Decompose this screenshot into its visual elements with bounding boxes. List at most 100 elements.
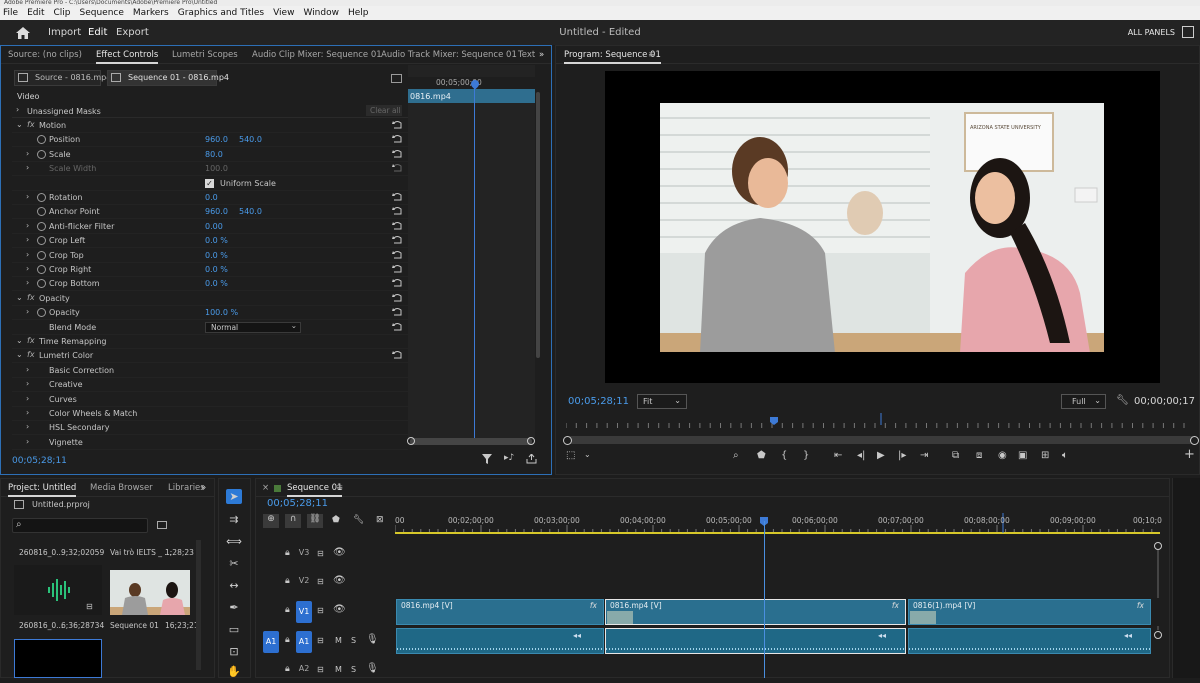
reset-icon[interactable] [392, 250, 403, 260]
reset-icon[interactable] [392, 264, 403, 274]
stopwatch-icon[interactable] [37, 135, 46, 145]
marker-icon[interactable]: ⬟ [757, 450, 766, 461]
expand-arrow-icon[interactable]: › [26, 221, 29, 230]
expand-arrow-icon[interactable]: › [26, 437, 29, 446]
go-to-out-icon[interactable]: ⇥ [920, 450, 928, 461]
snap-icon[interactable]: ∩ [285, 514, 301, 528]
effect-row-position[interactable]: Position 960.0 540.0 [12, 133, 408, 148]
menu-window[interactable]: Window [303, 8, 339, 18]
effect-row-blend-mode[interactable]: Blend Mode Normal ⌄ [12, 321, 408, 335]
slip-tool-icon[interactable]: ↔ [226, 578, 242, 593]
timeline-playhead[interactable] [764, 521, 765, 678]
program-scrub-bar[interactable] [566, 436, 1196, 444]
param-value[interactable]: 100.0 % [205, 308, 238, 317]
sequence-thumbnail[interactable] [110, 570, 190, 615]
stopwatch-icon[interactable] [37, 236, 46, 246]
clip-tab-sequence[interactable]: Sequence 01 - 0816.mp4 [107, 70, 229, 86]
menu-help[interactable]: Help [348, 8, 369, 18]
chevron-down-icon[interactable]: ⌄ [16, 336, 23, 345]
effect-row-color-wheels-match[interactable]: › Color Wheels & Match [12, 407, 408, 421]
stopwatch-icon[interactable] [37, 250, 46, 260]
stopwatch-icon[interactable] [37, 207, 46, 217]
reset-icon[interactable] [392, 293, 403, 303]
rectangle-tool-icon[interactable]: ▭ [226, 622, 242, 637]
stopwatch-icon[interactable] [37, 265, 46, 274]
effect-group-lumetri-color[interactable]: ⌄ fx Lumetri Color [12, 349, 408, 364]
param-value[interactable]: 80.0 [205, 150, 223, 159]
chevron-down-icon[interactable]: ⌄ [16, 350, 23, 359]
extract-icon[interactable]: ⌕ [733, 450, 739, 461]
eye-icon[interactable]: 👁︎ [333, 604, 346, 615]
track-target-v3[interactable]: V3 [296, 544, 312, 562]
tab-program[interactable]: Program: Sequence 01 [564, 50, 661, 64]
project-scrollbar[interactable] [196, 540, 201, 670]
chevron-down-icon[interactable]: ⌄ [584, 450, 591, 459]
reset-icon[interactable] [392, 235, 403, 245]
timeline-menu-icon[interactable]: ≡ [336, 483, 343, 493]
insert-icon[interactable]: ⧉ [952, 450, 959, 461]
captions-icon[interactable]: ⊠ [376, 515, 384, 525]
stopwatch-icon[interactable] [37, 193, 46, 202]
sync-lock-icon[interactable]: ⊟ [317, 577, 324, 586]
mute-button[interactable]: M [335, 636, 342, 645]
add-button-icon[interactable]: + [1184, 447, 1195, 462]
effect-vertical-scrollbar[interactable] [536, 92, 540, 358]
filter-icon[interactable] [482, 454, 492, 464]
scroll-end-handle[interactable] [527, 437, 535, 445]
tab-lumetri-scopes[interactable]: Lumetri Scopes [172, 50, 238, 60]
expand-arrow-icon[interactable]: › [26, 235, 29, 244]
selection-tool-icon[interactable]: ➤ [226, 489, 242, 504]
scrub-start-handle[interactable] [563, 436, 572, 445]
timeline-zoom-handle[interactable] [1154, 631, 1162, 639]
source-patch-a1[interactable]: A1 [263, 631, 279, 653]
effect-row-creative[interactable]: › Creative [12, 378, 408, 393]
track-target-a1[interactable]: A1 [296, 631, 312, 653]
scrub-end-handle[interactable] [1190, 436, 1199, 445]
effect-row-rotation[interactable]: › Rotation 0.0 [12, 191, 408, 205]
expand-arrow-icon[interactable]: › [26, 264, 29, 273]
close-tab-icon[interactable]: × [262, 483, 269, 493]
export-icon[interactable] [526, 454, 537, 464]
timeline-clip-video-selected[interactable]: 0816.mp4 [V] fx [605, 599, 906, 625]
nest-icon[interactable]: ⊕ [263, 514, 279, 528]
step-forward-icon[interactable]: |▸ [898, 450, 906, 461]
pen-tool-icon[interactable]: ✒ [226, 600, 242, 615]
checkbox-checked-icon[interactable]: ✓ [205, 178, 214, 188]
volume-icon[interactable]: 🔈︎ [1062, 450, 1068, 461]
tab-effect-controls[interactable]: Effect Controls [96, 50, 159, 64]
all-panels-button[interactable]: ALL PANELS [1128, 28, 1175, 37]
ripple-edit-tool-icon[interactable]: ⟺ [226, 534, 242, 549]
mark-in-icon[interactable]: { [781, 450, 787, 461]
param-value[interactable]: 0.0 % [205, 265, 228, 274]
effect-horizontal-scrollbar[interactable] [410, 438, 532, 445]
step-back-icon[interactable]: ◂| [857, 450, 865, 461]
zoom-fit-select[interactable]: Fit ⌄ [637, 394, 687, 409]
param-value[interactable]: 0.0 % [205, 236, 228, 245]
effect-row-crop-right[interactable]: › Crop Right 0.0 % [12, 263, 408, 277]
reset-icon[interactable] [392, 149, 403, 159]
settings-wrench-icon[interactable]: 🔧︎ [353, 515, 364, 525]
effect-group-time-remapping[interactable]: ⌄ fx Time Remapping [12, 335, 408, 349]
chevron-down-icon[interactable]: ⌄ [16, 120, 23, 129]
tab-project[interactable]: Project: Untitled [8, 483, 77, 497]
lock-icon[interactable]: 🔒︎ [285, 548, 290, 558]
lock-icon[interactable]: 🔒︎ [285, 664, 290, 674]
stopwatch-icon[interactable] [37, 149, 46, 159]
menu-clip[interactable]: Clip [54, 8, 71, 18]
timeline-clip-audio[interactable]: ◂◂ [908, 628, 1151, 654]
reset-icon[interactable] [392, 192, 403, 202]
sync-lock-icon[interactable]: ⊟ [317, 606, 324, 615]
expand-arrow-icon[interactable]: › [26, 365, 29, 374]
menu-edit[interactable]: Edit [27, 8, 44, 18]
reset-icon[interactable] [392, 350, 403, 360]
expand-arrow-icon[interactable]: › [26, 163, 29, 172]
reset-icon[interactable] [392, 307, 403, 317]
stopwatch-icon[interactable] [37, 308, 46, 318]
expand-arrow-icon[interactable]: › [26, 250, 29, 259]
selected-item-thumbnail[interactable] [14, 639, 102, 678]
hand-tool-icon[interactable]: ✋ [226, 664, 242, 679]
fullscreen-icon[interactable] [1182, 26, 1194, 38]
effect-row-anti-flicker-filter[interactable]: › Anti-flicker Filter 0.00 [12, 220, 408, 234]
tab-source[interactable]: Source: (no clips) [8, 50, 82, 60]
blend-mode-select[interactable]: Normal ⌄ [205, 321, 301, 333]
